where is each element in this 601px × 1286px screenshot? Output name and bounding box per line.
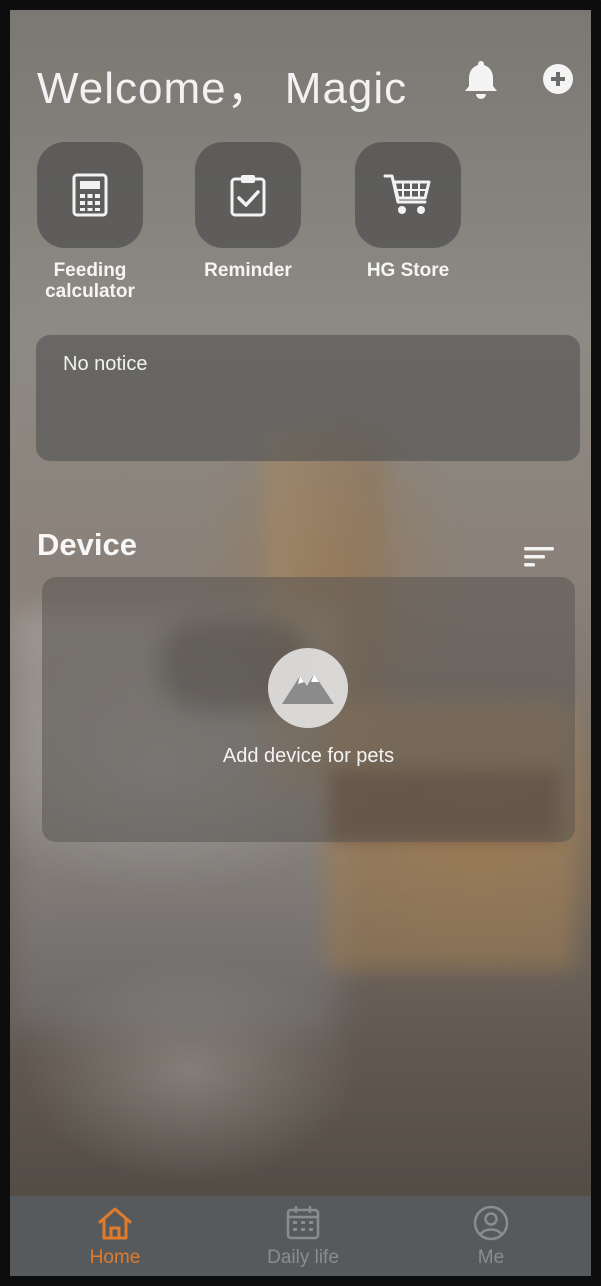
reminder-tile[interactable] bbox=[195, 142, 301, 248]
add-device-label: Add device for pets bbox=[222, 745, 395, 767]
device-section-title: Device bbox=[37, 527, 137, 562]
bell-icon[interactable] bbox=[463, 58, 499, 100]
hg-store-tile[interactable] bbox=[355, 142, 461, 248]
add-device-button[interactable] bbox=[268, 648, 348, 728]
bottom-tab-bar: Home Daily life Me bbox=[10, 1196, 591, 1276]
tab-me[interactable]: Me bbox=[411, 1196, 571, 1276]
tab-daily-life-label: Daily life bbox=[267, 1247, 339, 1268]
feeding-calculator-label: Feeding calculator bbox=[45, 260, 135, 302]
sort-icon[interactable] bbox=[522, 544, 556, 570]
tab-me-label: Me bbox=[477, 1247, 505, 1268]
tab-home-label: Home bbox=[89, 1247, 141, 1268]
tab-home[interactable]: Home bbox=[35, 1196, 195, 1276]
clipboard-check-icon bbox=[230, 175, 266, 217]
feeding-calculator-tile[interactable] bbox=[37, 142, 143, 248]
notice-text: No notice bbox=[63, 353, 148, 375]
shopping-cart-icon bbox=[383, 174, 431, 214]
notice-panel[interactable]: No notice bbox=[36, 335, 580, 461]
mountain-icon bbox=[282, 674, 334, 704]
hg-store-label: HG Store bbox=[366, 260, 450, 281]
plus-circle-icon[interactable] bbox=[541, 62, 575, 96]
calendar-icon bbox=[286, 1206, 320, 1240]
user-icon bbox=[473, 1205, 509, 1241]
tab-daily-life[interactable]: Daily life bbox=[223, 1196, 383, 1276]
home-icon bbox=[98, 1207, 132, 1240]
quick-action-feeding-calculator[interactable]: Feeding calculator bbox=[37, 142, 143, 302]
quick-action-hg-store[interactable]: HG Store bbox=[355, 142, 461, 281]
reminder-label: Reminder bbox=[204, 260, 292, 281]
quick-action-reminder[interactable]: Reminder bbox=[195, 142, 301, 281]
calculator-icon bbox=[72, 173, 108, 217]
welcome-title: Welcome， Magic bbox=[37, 64, 408, 113]
